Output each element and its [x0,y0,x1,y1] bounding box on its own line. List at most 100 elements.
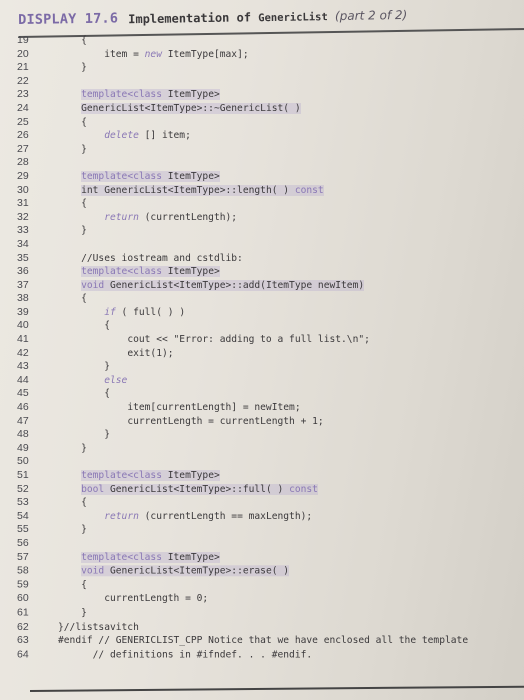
code-body: return (currentLength); [104,212,237,223]
title-prefix: Implementation of [128,10,259,27]
code-token: } [104,361,110,373]
code-line: 21 } [0,61,524,75]
line-number: 21 [17,61,29,74]
keyword: template<class [81,89,162,101]
code-line: 30 int GenericList<ItemType>::length( ) … [0,184,524,198]
line-number: 54 [17,509,29,522]
line-number: 41 [17,333,29,346]
line-number: 57 [17,550,29,563]
code-token: (currentLength); [138,211,238,223]
code-body: { [81,579,87,590]
highlighted-code: GenericList<ItemType>::~GenericList( ) [81,102,301,114]
line-number: 50 [17,455,29,468]
code-body: } [104,429,110,440]
code-token: ItemType[max]; [161,48,249,60]
display-header: DISPLAY 17.6 Implementation of GenericLi… [18,0,524,38]
code-token: exit(1); [127,347,174,359]
code-line: 53 { [0,496,524,510]
keyword: delete [104,130,139,142]
code-line: 40 { [0,319,524,333]
line-number: 30 [17,183,29,196]
code-line: 61 } [0,606,524,620]
code-token: GenericList<ItemType>::full( ) [104,483,290,495]
keyword: const [289,483,318,495]
code-token: #endif // GENERICLIST_CPP Notice that we… [58,635,469,647]
highlighted-code: void GenericList<ItemType>::add(ItemType… [81,279,365,291]
line-number: 53 [17,496,29,509]
code-line: 28 [0,156,524,170]
line-number: 20 [17,47,29,60]
code-text: void GenericList<ItemType>::add(ItemType… [58,279,365,293]
line-number: 38 [17,292,29,305]
keyword: template<class [81,266,162,278]
line-number: 39 [17,305,29,318]
line-number: 59 [17,578,29,591]
code-body: { [81,35,87,46]
line-number: 25 [17,115,29,128]
code-token: // definitions in #ifndef. . . #endif. [92,649,313,661]
line-number: 40 [17,319,29,332]
code-token: currentLength = 0; [104,593,209,605]
code-token: { [104,388,110,400]
code-token: ( full( ) ) [115,306,186,318]
code-token: ItemType> [161,551,220,563]
code-token: } [81,143,87,155]
code-line: 50 [0,455,524,469]
code-token: } [81,524,87,536]
code-line: 57 template<class ItemType> [0,551,524,565]
code-text: } [58,606,87,620]
code-body: currentLength = currentLength + 1; [127,416,323,427]
code-token: [] item; [138,130,191,142]
code-body: { [81,198,87,209]
keyword: else [104,374,128,386]
code-token: { [81,579,87,591]
code-line: 51 template<class ItemType> [0,469,524,483]
code-body: cout << "Error: adding to a full list.\n… [127,334,370,345]
code-text: exit(1); [58,347,174,361]
code-line: 26 delete [] item; [0,129,524,143]
highlighted-code: template<class ItemType> [81,551,220,563]
highlighted-code: void GenericList<ItemType>::erase( ) [81,565,290,577]
code-body: } [81,524,87,535]
code-token: { [81,293,87,305]
line-number: 63 [17,634,29,647]
code-text: } [58,442,87,456]
code-token: { [81,35,87,46]
line-number: 64 [17,648,29,661]
line-number: 42 [17,346,29,359]
code-token: ItemType> [161,470,220,481]
display-label: DISPLAY 17.6 [18,10,119,28]
code-line: 44 else [0,374,524,388]
code-token: GenericList<ItemType>::add(ItemType newI… [104,279,365,291]
code-body: { [104,320,110,331]
line-number: 60 [17,592,29,605]
line-number: 28 [17,156,29,169]
line-number: 55 [17,523,29,536]
code-text: { [58,197,87,211]
code-text: return (currentLength); [58,211,237,225]
code-line: 42 exit(1); [0,347,524,361]
code-text: } [58,428,110,442]
line-number: 47 [17,414,29,427]
line-number: 31 [17,197,29,210]
code-token: //Uses iostream and cstdlib: [81,252,243,264]
line-number: 37 [17,278,29,291]
code-line: 38 { [0,292,524,306]
line-number: 19 [17,34,29,46]
code-token: (currentLength == maxLength); [138,510,313,522]
keyword: const [294,184,324,196]
line-number: 56 [17,536,29,549]
line-number: 26 [17,129,29,142]
code-line: 27 } [0,143,524,157]
code-body: } [81,225,87,236]
code-body: //Uses iostream and cstdlib: [81,253,243,264]
line-number: 48 [17,428,29,441]
highlighted-code: template<class ItemType> [81,266,220,278]
code-text: } [58,360,110,374]
code-token: GenericList<ItemType>::erase( ) [104,565,290,577]
code-token: ItemType> [161,266,220,278]
code-text: cout << "Error: adding to a full list.\n… [58,333,370,347]
code-text: { [58,116,87,130]
code-text: } [58,224,87,238]
highlighted-code: template<class ItemType> [81,89,220,101]
